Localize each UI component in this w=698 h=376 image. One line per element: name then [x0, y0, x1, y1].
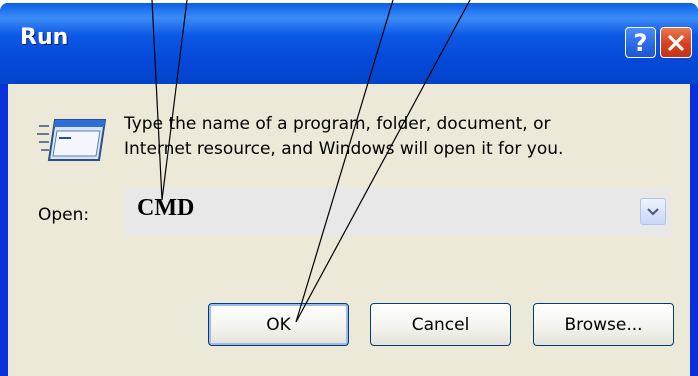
chevron-down-icon [647, 207, 659, 216]
open-combobox[interactable]: CMD [125, 188, 671, 236]
close-button[interactable] [660, 27, 692, 58]
cancel-button[interactable]: Cancel [370, 303, 511, 346]
run-dialog-window: Run ? Type the name of a program, folder… [0, 3, 698, 376]
help-icon: ? [633, 28, 648, 57]
open-dropdown-button[interactable] [640, 198, 666, 225]
close-icon [668, 34, 684, 51]
description-line-1: Type the name of a program, folder, docu… [124, 114, 551, 134]
description-line-2: Internet resource, and Windows will open… [124, 139, 564, 159]
run-program-icon [37, 119, 107, 161]
title-bar[interactable]: Run ? [0, 3, 698, 84]
ok-button[interactable]: OK [208, 303, 349, 346]
open-label: Open: [38, 205, 90, 225]
dialog-description: Type the name of a program, folder, docu… [124, 112, 664, 162]
browse-button[interactable]: Browse... [533, 303, 674, 346]
help-button[interactable]: ? [625, 27, 656, 58]
dialog-body: Type the name of a program, folder, docu… [8, 84, 690, 376]
open-input[interactable]: CMD [137, 195, 194, 222]
window-title: Run [20, 25, 69, 50]
